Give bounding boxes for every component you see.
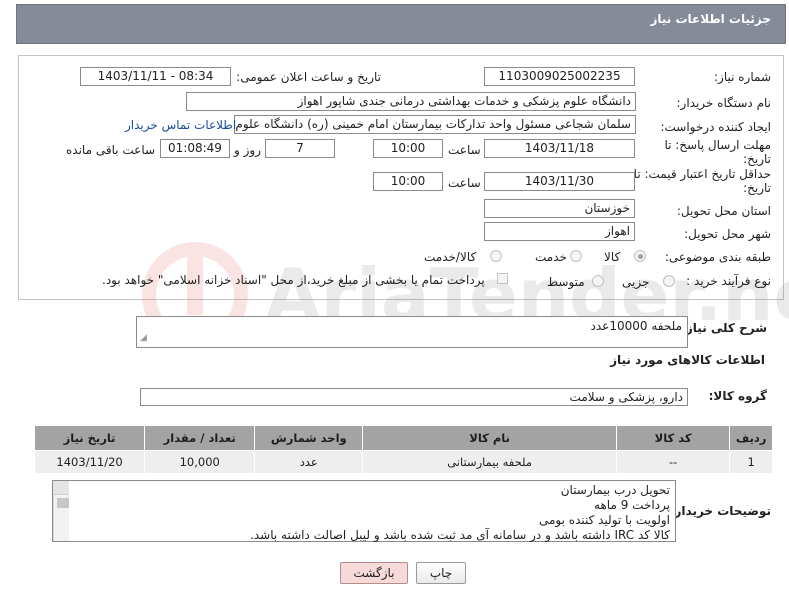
buyer-note-line: پرداخت 9 ماهه: [594, 498, 670, 512]
buyer-notes-field: تحویل درب بیمارستان پرداخت 9 ماهه اولویت…: [52, 480, 676, 542]
buyer-org-field: دانشگاه علوم پزشکی و خدمات بهداشتی درمان…: [186, 92, 636, 111]
col-header-name: نام کالا: [362, 425, 617, 451]
reply-days-field: 7: [265, 139, 335, 158]
process-radio-minor[interactable]: [663, 275, 675, 287]
requester-label: ایجاد کننده درخواست:: [660, 120, 771, 134]
process-option-medium: متوسط: [547, 275, 585, 289]
buyer-contact-link[interactable]: اطلاعات تماس خریدار: [125, 118, 236, 132]
scroll-thumb[interactable]: [57, 498, 69, 508]
buyer-note-line: تحویل درب بیمارستان: [560, 483, 670, 497]
col-header-row: ردیف: [729, 425, 773, 451]
need-number-field: 1103009025002235: [484, 67, 635, 86]
remaining-time-field: 01:08:49: [160, 139, 230, 158]
page-title: جزئیات اطلاعات نیاز: [650, 12, 771, 26]
col-header-quantity: تعداد / مقدار: [144, 425, 256, 451]
summary-text: ملحفه 10000عدد: [590, 319, 682, 333]
reply-days-label: روز و: [234, 143, 261, 157]
col-header-code: کد کالا: [615, 425, 731, 451]
delivery-province-field: خوزستان: [484, 199, 635, 218]
print-button[interactable]: چاپ: [416, 562, 466, 584]
buyer-note-line: کالا کد IRC داشته باشد و در سامانه آی مد…: [250, 528, 670, 542]
delivery-city-field: اهواز: [484, 222, 635, 241]
items-table-header: ردیف کد کالا نام کالا واحد شمارش تعداد /…: [33, 425, 773, 451]
items-table: ردیف کد کالا نام کالا واحد شمارش تعداد /…: [33, 425, 773, 474]
delivery-city-label: شهر محل تحویل:: [684, 227, 771, 241]
notes-scrollbar[interactable]: [53, 481, 69, 541]
category-option-goods-service: کالا/خدمت: [424, 250, 477, 264]
category-radio-goods-service[interactable]: [490, 250, 502, 262]
buyer-notes-label: توضیحات خریدار:: [669, 504, 771, 518]
category-label: طبقه بندی موضوعی:: [664, 250, 771, 264]
cell-date: 1403/11/20: [33, 450, 146, 474]
col-header-date: تاریخ نیاز: [33, 425, 146, 451]
category-option-goods: کالا: [604, 250, 621, 264]
remaining-time-label: ساعت باقی مانده: [66, 143, 156, 157]
goods-info-title: اطلاعات کالاهای مورد نیاز: [610, 353, 765, 367]
resize-grip-icon[interactable]: ◢: [140, 331, 147, 346]
summary-label: شرح کلی نیاز:: [681, 321, 767, 335]
reply-deadline-time: 10:00: [373, 139, 443, 158]
announce-datetime-field: 1403/11/11 - 08:34: [80, 67, 231, 86]
reply-deadline-date: 1403/11/18: [484, 139, 635, 158]
goods-group-field: دارو، پزشکی و سلامت: [140, 388, 688, 406]
cell-unit: عدد: [254, 450, 364, 474]
delivery-province-label: استان محل تحویل:: [676, 204, 771, 218]
treasury-payment-note: پرداخت تمام یا بخشی از مبلغ خرید،از محل …: [102, 273, 485, 287]
category-option-service: خدمت: [535, 250, 567, 264]
price-validity-time-label: ساعت: [448, 176, 481, 190]
cell-row: 1: [729, 450, 773, 474]
category-radio-service[interactable]: [570, 250, 582, 262]
col-header-unit: واحد شمارش: [254, 425, 364, 451]
process-option-minor: جزیی: [622, 275, 650, 289]
treasury-payment-checkbox[interactable]: [497, 273, 508, 284]
cell-name: ملحفه بیمارستانی: [362, 450, 617, 474]
announce-datetime-label: تاریخ و ساعت اعلان عمومی:: [236, 70, 381, 84]
back-button[interactable]: بازگشت: [340, 562, 408, 584]
price-validity-label-2: تاریخ:: [743, 181, 771, 195]
requester-field: سلمان شجاعی مسئول واحد تدارکات بیمارستان…: [234, 115, 636, 134]
reply-deadline-label: مهلت ارسال پاسخ: تا: [664, 138, 771, 152]
reply-deadline-label-2: تاریخ:: [743, 152, 771, 166]
goods-group-label: گروه کالا:: [708, 389, 767, 403]
cell-quantity: 10,000: [144, 450, 256, 474]
reply-deadline-time-label: ساعت: [448, 143, 481, 157]
price-validity-label: حداقل تاریخ اعتبار قیمت: تا: [633, 167, 771, 181]
buyer-org-label: نام دستگاه خریدار:: [676, 96, 772, 110]
buyer-note-line: اولویت با تولید کننده بومی: [539, 513, 670, 527]
price-validity-date: 1403/11/30: [484, 172, 635, 191]
scroll-up-icon[interactable]: [53, 481, 69, 495]
table-row[interactable]: 1 -- ملحفه بیمارستانی عدد 10,000 1403/11…: [33, 450, 773, 474]
need-number-label: شماره نیاز:: [714, 70, 771, 84]
purchase-process-label: نوع فرآیند خرید :: [686, 274, 771, 288]
cell-code: --: [615, 450, 731, 474]
price-validity-time: 10:00: [373, 172, 443, 191]
category-radio-goods[interactable]: [634, 250, 646, 262]
process-radio-medium[interactable]: [592, 275, 604, 287]
summary-field: ملحفه 10000عدد ◢: [136, 316, 688, 348]
